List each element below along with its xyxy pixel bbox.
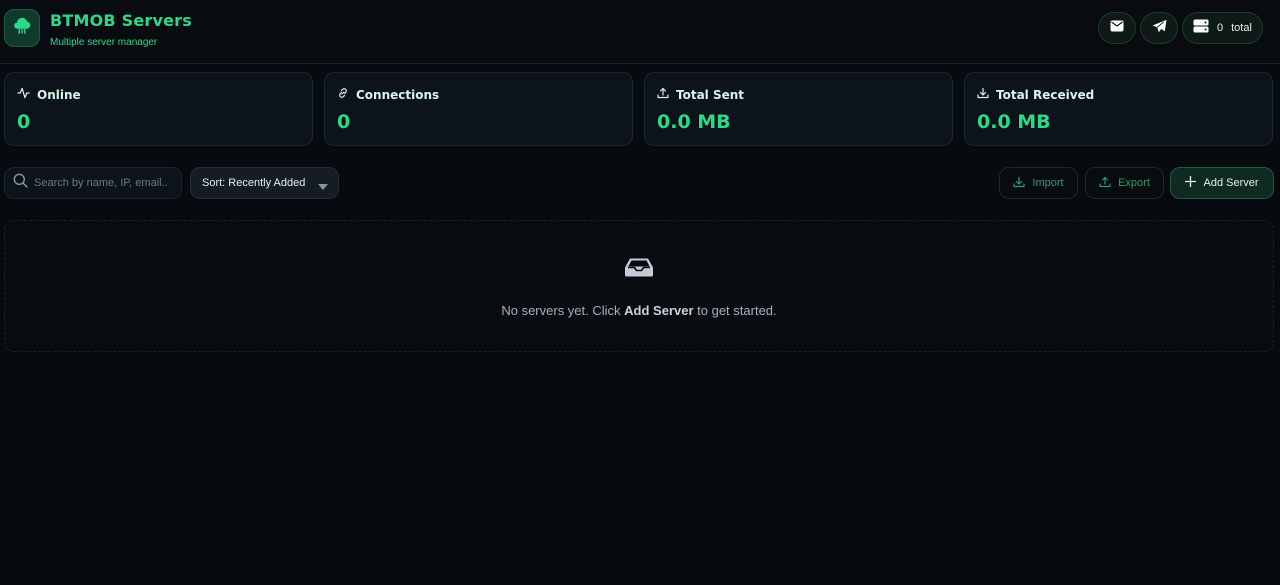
download-icon: [1013, 176, 1026, 191]
stat-value: 0: [17, 111, 31, 133]
server-total-count: 0: [1217, 22, 1224, 34]
link-icon: [337, 87, 349, 102]
stat-label: Total Sent: [676, 87, 745, 102]
stat-card-total-sent: Total Sent 0.0 MB: [644, 72, 953, 146]
chevron-down-icon: [318, 181, 328, 193]
empty-state-panel: No servers yet. Click Add Server to get …: [4, 220, 1274, 352]
empty-prefix: No servers yet. Click: [501, 303, 625, 318]
cloud-logo-icon: [11, 15, 33, 42]
stat-value: 0.0 MB: [977, 111, 1051, 133]
activity-icon: [17, 87, 30, 102]
search-box[interactable]: [4, 167, 182, 199]
stat-label: Connections: [356, 87, 440, 102]
stat-card-connections: Connections 0: [324, 72, 633, 146]
sort-label: Sort: Recently Added: [202, 177, 306, 189]
search-icon: [13, 173, 28, 193]
add-server-label: Add Server: [1203, 177, 1259, 189]
empty-state-message: No servers yet. Click Add Server to get …: [5, 303, 1273, 318]
download-icon: [977, 87, 989, 102]
telegram-button[interactable]: [1140, 12, 1178, 44]
plus-icon: [1185, 175, 1197, 190]
stat-card-total-received: Total Received 0.0 MB: [964, 72, 1273, 146]
empty-emphasis: Add Server: [624, 303, 694, 318]
inbox-icon: [624, 257, 654, 282]
app-subtitle: Multiple server manager: [50, 37, 158, 48]
server-total-label: total: [1231, 22, 1252, 34]
import-label: Import: [1032, 177, 1064, 189]
stat-card-online: Online 0: [4, 72, 313, 146]
stat-value: 0.0 MB: [657, 111, 731, 133]
mail-icon: [1110, 19, 1124, 37]
server-total-badge[interactable]: 0 total: [1182, 12, 1263, 44]
server-icon: [1193, 19, 1209, 38]
search-input[interactable]: [34, 177, 168, 189]
sort-select[interactable]: Sort: Recently Added: [190, 167, 339, 199]
export-button[interactable]: Export: [1085, 167, 1164, 199]
upload-icon: [657, 87, 669, 102]
app-title: BTMOB Servers: [50, 11, 192, 30]
empty-suffix: to get started.: [693, 303, 777, 318]
export-label: Export: [1118, 177, 1150, 189]
stat-label: Online: [37, 87, 81, 102]
app-header: BTMOB Servers Multiple server manager 0 …: [0, 0, 1280, 64]
import-button[interactable]: Import: [999, 167, 1078, 199]
app-logo: [4, 9, 40, 47]
mail-button[interactable]: [1098, 12, 1136, 44]
upload-icon: [1099, 176, 1111, 191]
stat-value: 0: [337, 111, 351, 133]
telegram-icon: [1151, 19, 1167, 38]
stat-label: Total Received: [996, 87, 1095, 102]
add-server-button[interactable]: Add Server: [1170, 167, 1274, 199]
